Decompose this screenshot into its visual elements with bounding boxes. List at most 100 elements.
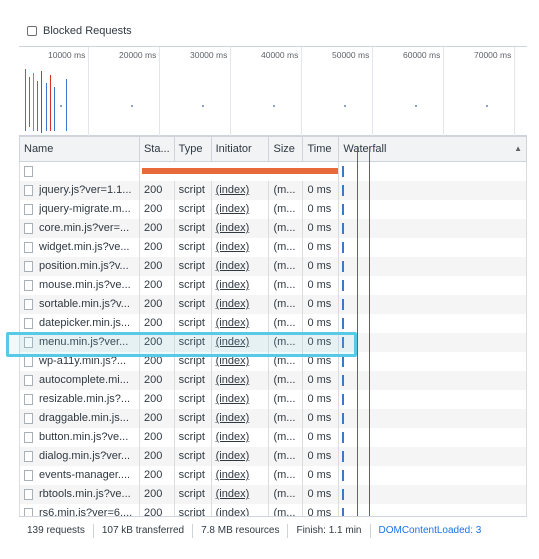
table-row[interactable]: core.min.js?ver=... 200 script (index) (m...… (19, 218, 527, 238)
waterfall-label: Waterfall (343, 143, 387, 155)
request-name-cell[interactable]: button.min.js?ve... (19, 427, 140, 447)
initiator-link[interactable]: (index) (216, 412, 250, 424)
request-type: script (173, 484, 212, 504)
request-table: Name Sta... Type Initiator Size Time Wat… (19, 136, 527, 523)
request-name-cell[interactable]: jquery-migrate.m... (19, 199, 140, 219)
initiator-link[interactable]: (index) (216, 488, 250, 500)
request-time: 0 ms (302, 237, 340, 257)
request-bar (141, 168, 338, 175)
waterfall-marker (342, 222, 345, 234)
column-time[interactable]: Time (302, 136, 340, 162)
waterfall-cell (338, 313, 527, 333)
table-row[interactable]: mouse.min.js?ve... 200 script (index) (m... 0… (19, 275, 527, 295)
file-icon (24, 298, 33, 310)
table-row[interactable]: jquery-migrate.m... 200 script (index) (m...… (19, 199, 527, 219)
request-time: 0 ms (302, 427, 340, 447)
request-time: 0 ms (302, 370, 340, 390)
initiator-link[interactable]: (index) (216, 241, 250, 253)
overview-request-dot (486, 105, 488, 107)
table-row[interactable]: resizable.min.js?... 200 script (index) (m..… (19, 389, 527, 409)
blocked-requests-checkbox[interactable] (27, 26, 37, 36)
row-highlight-box (6, 332, 357, 357)
request-name: datepicker.min.js... (39, 317, 131, 329)
request-name-cell[interactable]: sortable.min.js?v... (19, 294, 140, 314)
overview-request-dot (415, 105, 417, 107)
overview-gridline (443, 47, 444, 137)
initiator-link[interactable]: (index) (216, 222, 250, 234)
initiator-link[interactable]: (index) (216, 298, 250, 310)
transferred-size: 107 kB transferred (101, 525, 185, 536)
waterfall-marker (342, 431, 345, 443)
request-name-cell[interactable]: core.min.js?ver=... (19, 218, 140, 238)
request-status: 200 (138, 370, 175, 390)
request-name-cell[interactable]: widget.min.js?ve... (19, 237, 140, 257)
request-name-cell[interactable]: events-manager.... (19, 465, 140, 485)
row-name-cell (19, 161, 140, 181)
overview-request-dot (202, 105, 204, 107)
load-event-line (369, 147, 370, 522)
overview-request-dot (60, 105, 62, 107)
blocked-requests-label: Blocked Requests (43, 25, 132, 37)
overview-activity-bar (54, 87, 55, 131)
column-name[interactable]: Name (19, 136, 140, 162)
sort-ascending-icon[interactable]: ▲ (514, 144, 522, 153)
request-initiator-cell: (index) (210, 237, 270, 257)
file-icon (24, 450, 33, 462)
column-initiator[interactable]: Initiator (210, 136, 270, 162)
request-time: 0 ms (302, 446, 340, 466)
column-waterfall[interactable]: Waterfall ▲ (338, 136, 527, 162)
table-row[interactable]: autocomplete.mi... 200 script (index) (m... 0… (19, 370, 527, 390)
table-row[interactable]: events-manager.... 200 script (index) (m... 0… (19, 465, 527, 485)
request-name-cell[interactable]: jquery.js?ver=1.1... (19, 180, 140, 200)
initiator-link[interactable]: (index) (216, 374, 250, 386)
initiator-link[interactable]: (index) (216, 184, 250, 196)
request-type: script (173, 199, 212, 219)
request-size: (m... (268, 294, 304, 314)
table-row[interactable]: dialog.min.js?ver... 200 script (index) (m..… (19, 446, 527, 466)
table-row[interactable]: widget.min.js?ve... 200 script (index) (m...… (19, 237, 527, 257)
request-size: (m... (268, 199, 304, 219)
request-initiator-cell: (index) (210, 199, 270, 219)
request-name-cell[interactable]: draggable.min.js... (19, 408, 140, 428)
request-name-cell[interactable]: mouse.min.js?ve... (19, 275, 140, 295)
initiator-link[interactable]: (index) (216, 431, 250, 443)
file-icon (24, 412, 33, 424)
overview-activity-bar (66, 79, 67, 131)
table-row[interactable]: rbtools.min.js?ve... 200 script (index) (m..… (19, 484, 527, 504)
initiator-link[interactable]: (index) (216, 450, 250, 462)
request-name-cell[interactable]: autocomplete.mi... (19, 370, 140, 390)
request-name-cell[interactable]: position.min.js?v... (19, 256, 140, 276)
table-row[interactable]: button.min.js?ve... 200 script (index) (m...… (19, 427, 527, 447)
request-name-cell[interactable]: dialog.min.js?ver... (19, 446, 140, 466)
table-row[interactable]: position.min.js?v... 200 script (index) (m..… (19, 256, 527, 276)
initiator-link[interactable]: (index) (216, 260, 250, 272)
column-size[interactable]: Size (268, 136, 304, 162)
request-type: script (173, 237, 212, 257)
waterfall-marker (342, 241, 345, 253)
request-name: core.min.js?ver=... (39, 222, 130, 234)
initiator-link[interactable]: (index) (216, 317, 250, 329)
column-type[interactable]: Type (173, 136, 212, 162)
request-name-cell[interactable]: rbtools.min.js?ve... (19, 484, 140, 504)
blocked-requests-toggle[interactable]: Blocked Requests (19, 16, 527, 46)
table-row-truncated[interactable] (19, 161, 527, 181)
waterfall-cell (338, 180, 527, 200)
request-time: 0 ms (302, 180, 340, 200)
column-status[interactable]: Sta... (138, 136, 175, 162)
table-row[interactable]: sortable.min.js?v... 200 script (index) (m..… (19, 294, 527, 314)
initiator-link[interactable]: (index) (216, 469, 250, 481)
request-time: 0 ms (302, 408, 340, 428)
timeline-overview[interactable]: 10000 ms 20000 ms 30000 ms 40000 ms 50000 ms… (19, 46, 527, 137)
table-row[interactable]: datepicker.min.js... 200 script (index) (m..… (19, 313, 527, 333)
table-row[interactable]: draggable.min.js... 200 script (index) (m...… (19, 408, 527, 428)
waterfall-marker (342, 279, 345, 291)
overview-activity-bar (37, 81, 38, 131)
request-size: (m... (268, 370, 304, 390)
request-name-cell[interactable]: datepicker.min.js... (19, 313, 140, 333)
initiator-link[interactable]: (index) (216, 279, 250, 291)
request-name-cell[interactable]: resizable.min.js?... (19, 389, 140, 409)
initiator-link[interactable]: (index) (216, 203, 250, 215)
initiator-link[interactable]: (index) (216, 393, 250, 405)
table-row[interactable]: jquery.js?ver=1.1... 200 script (index) (m..… (19, 180, 527, 200)
request-size: (m... (268, 427, 304, 447)
